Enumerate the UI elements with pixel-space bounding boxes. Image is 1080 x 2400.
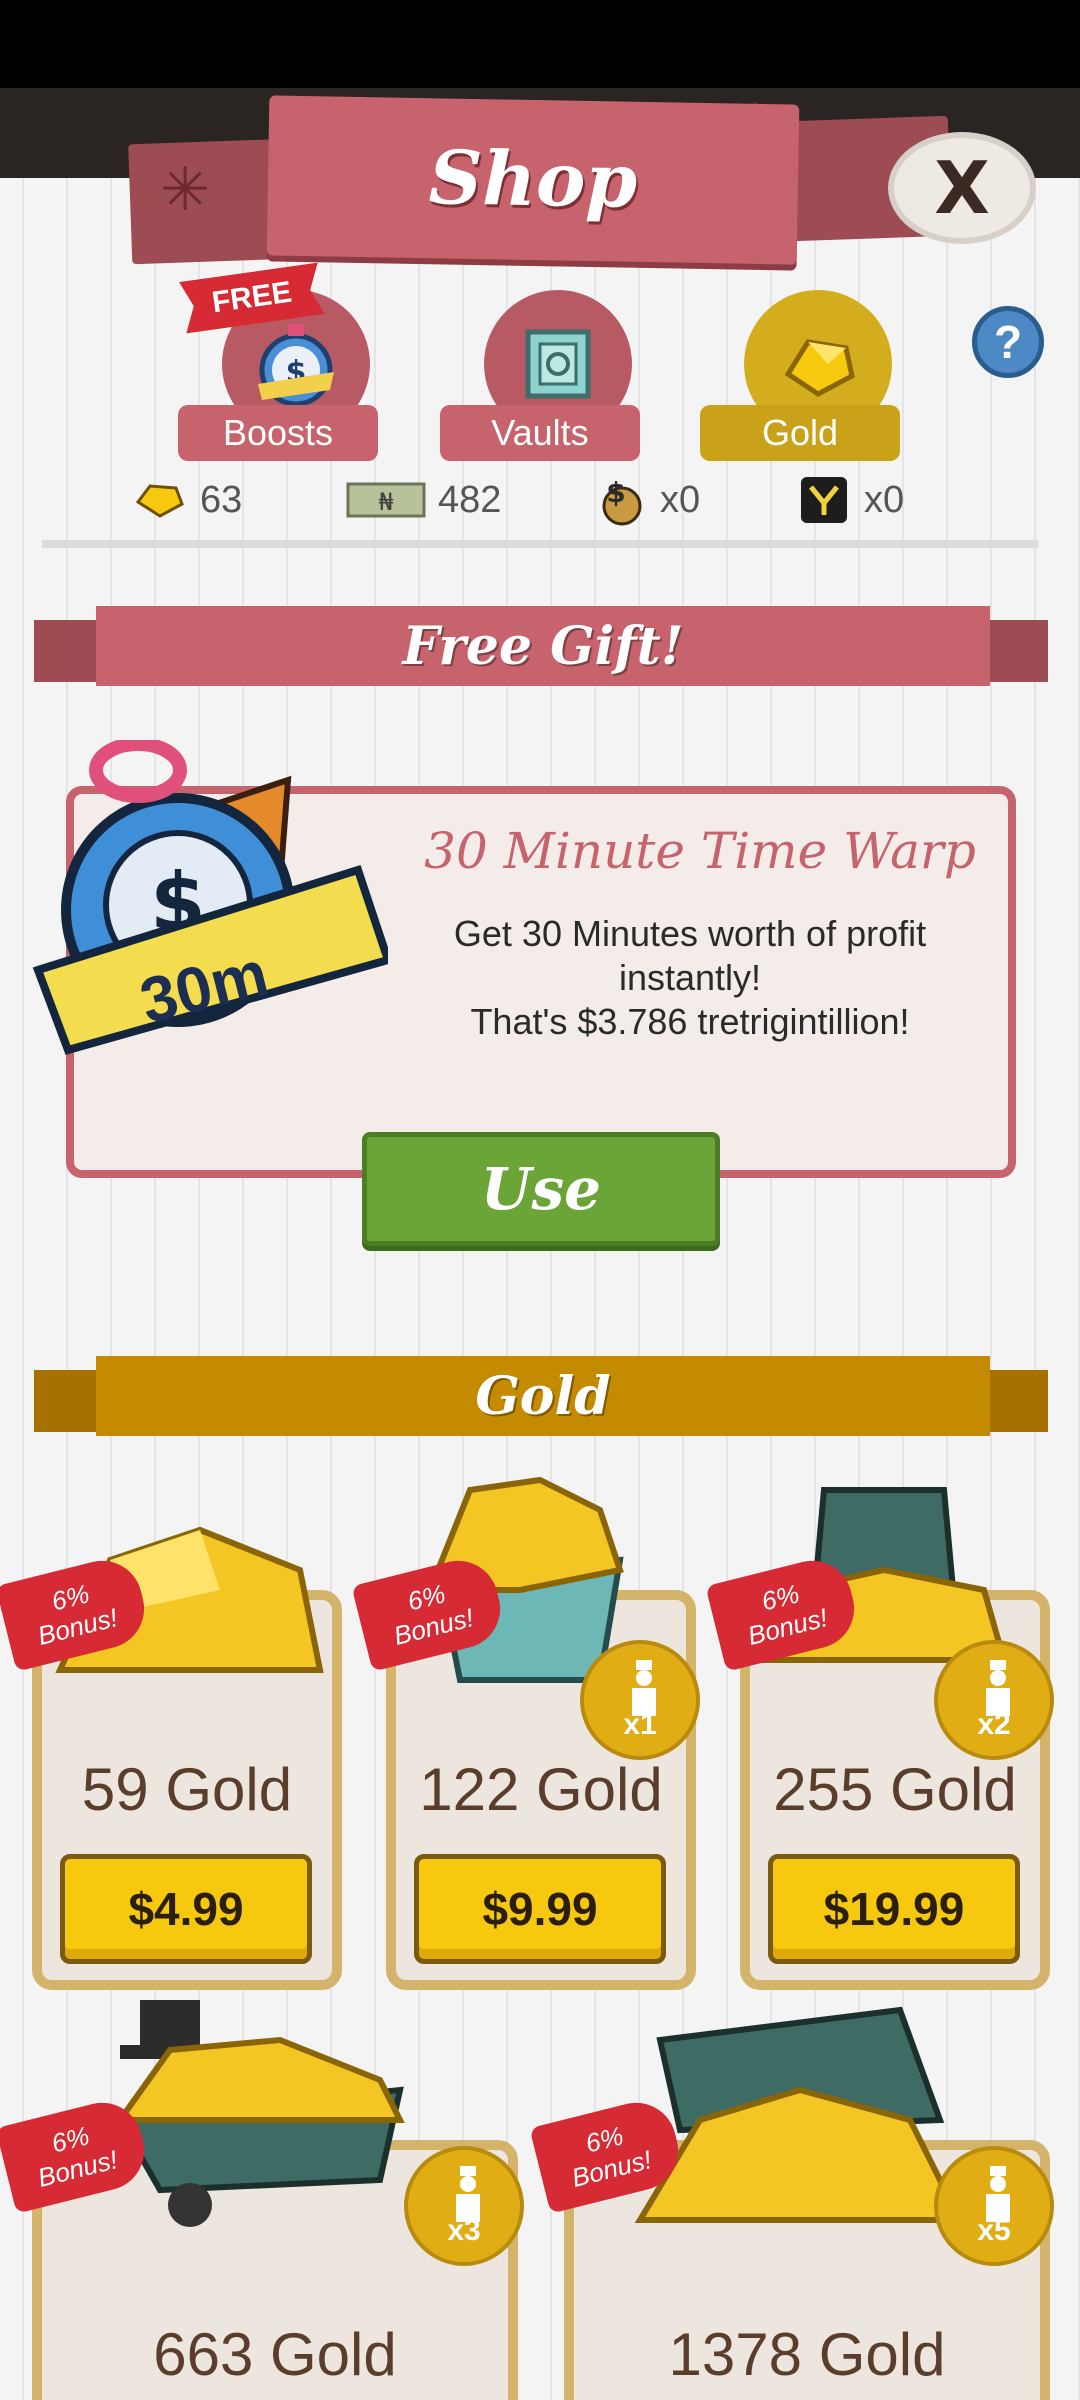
gift-description-line: Get 30 Minutes worth of profit (453, 913, 927, 954)
money-bag-count: x0 (660, 478, 701, 521)
gold-amount: 255 Gold (773, 1756, 1017, 1823)
multiplier-badge: x3 (404, 2146, 524, 2266)
multiplier-badge: x5 (934, 2146, 1054, 2266)
free-gift-banner: Free Gift! (96, 606, 990, 686)
gold-count: 63 (200, 478, 243, 521)
gift-description-line: That's $3.786 tretrigintillion! (470, 1001, 910, 1042)
gold-heading: Gold (475, 1365, 611, 1427)
gold-amount: 1378 Gold (668, 2321, 946, 2388)
money-bag-balance: $ x0 (592, 470, 700, 530)
buy-122-gold-button[interactable]: $9.99 (414, 1854, 666, 1964)
gold-tycoon-icon (986, 2166, 1010, 2222)
free-gift-heading: Free Gift! (402, 615, 684, 677)
megabucks-count: 482 (438, 478, 502, 521)
gold-tycoon-icon (986, 1660, 1010, 1716)
gold-gem-icon (132, 476, 188, 524)
gold-amount: 59 Gold (81, 1756, 293, 1823)
close-icon: X (934, 146, 990, 230)
gift-title: 30 Minute Time Warp (424, 822, 976, 880)
buy-255-gold-button[interactable]: $19.99 (768, 1854, 1020, 1964)
tab-gold[interactable]: Gold (700, 290, 900, 461)
tab-label: Boosts (178, 405, 378, 461)
svg-text:$: $ (606, 476, 625, 509)
divider (42, 540, 1038, 548)
gold-vault-pile-icon (620, 2000, 980, 2235)
gold-amount: 122 Gold (419, 1756, 663, 1823)
close-button[interactable]: X (888, 132, 1036, 244)
multiplier-badge: x2 (934, 1640, 1054, 1760)
help-button[interactable]: ? (972, 306, 1044, 378)
tab-vaults[interactable]: Vaults (440, 290, 640, 461)
gold-tycoon-icon (632, 1660, 656, 1716)
gold-tycoon-icon (456, 2166, 480, 2222)
megabucks-icon: ₦ (346, 476, 426, 524)
tab-label: Vaults (440, 405, 640, 461)
gold-balance: 63 (132, 470, 242, 530)
svg-text:₦: ₦ (378, 488, 393, 516)
shop-header: Shop (266, 95, 800, 265)
tab-label: Gold (700, 405, 900, 461)
star-decoration-icon: ✳ (160, 156, 211, 223)
status-bar (0, 0, 1080, 88)
price-label: $9.99 (482, 1883, 598, 1935)
buy-59-gold-button[interactable]: $4.99 (60, 1854, 312, 1964)
angel-investor-balance: x0 (796, 470, 904, 530)
gold-amount: 663 Gold (153, 2321, 397, 2388)
gift-description: Get 30 Minutes worth of profit instantly… (440, 912, 940, 1044)
price-label: $19.99 (823, 1883, 965, 1935)
price-label: $4.99 (128, 1883, 244, 1935)
angel-investor-icon (796, 476, 852, 524)
page-title: Shop (428, 135, 638, 225)
multiplier-badge: x1 (580, 1640, 700, 1760)
money-bag-icon: $ (592, 476, 648, 526)
use-button-label: Use (480, 1155, 602, 1223)
gold-banner: Gold (96, 1356, 990, 1436)
question-mark-icon: ? (993, 316, 1023, 368)
angel-investor-count: x0 (864, 478, 905, 521)
use-button[interactable]: Use (362, 1132, 720, 1246)
gift-description-line: instantly! (618, 957, 762, 998)
megabucks-balance: ₦ 482 (346, 470, 501, 530)
